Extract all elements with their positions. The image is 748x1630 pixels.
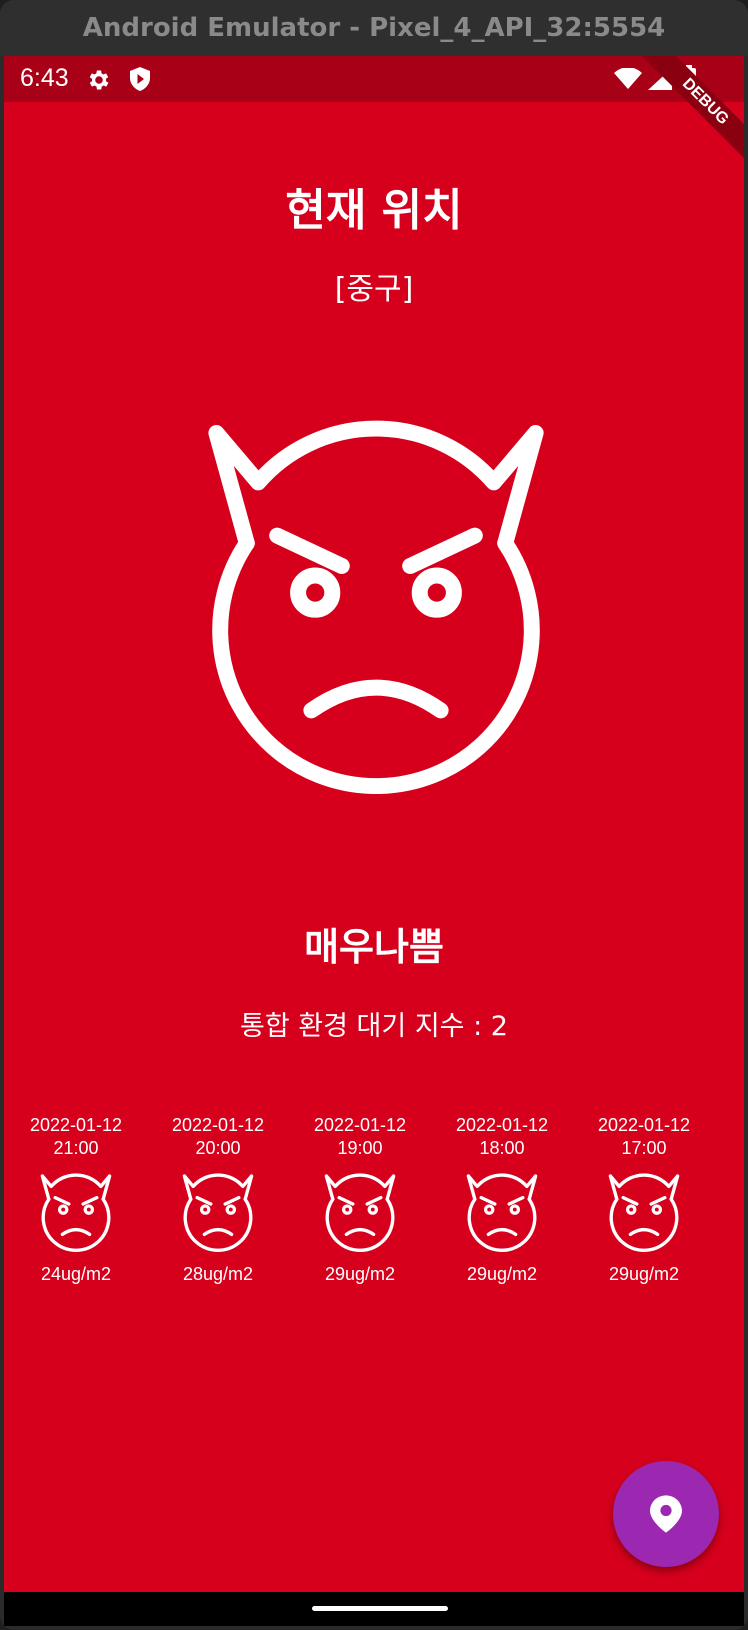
- hourly-time: 18:00: [479, 1138, 525, 1158]
- wifi-icon: [614, 68, 642, 89]
- home-gesture-handle[interactable]: [312, 1606, 448, 1611]
- air-quality-status: 매우나쁨: [304, 925, 444, 969]
- hourly-item: 2022-01-12 19:00 29ug/m2: [292, 1114, 428, 1285]
- hourly-value: 29ug/m2: [466, 1264, 538, 1284]
- hourly-date: 2022-01-12: [455, 1115, 549, 1135]
- hourly-time: 19:00: [337, 1138, 383, 1158]
- angry-devil-face-icon: [320, 1172, 400, 1252]
- gear-icon: [89, 70, 109, 90]
- hourly-value: 28ug/m2: [182, 1264, 254, 1284]
- angry-devil-face-icon: [604, 1172, 684, 1252]
- hourly-item: 2022-01-12 21:00 24ug/m2: [8, 1114, 144, 1285]
- status-bar: 6:43 DEBUG: [4, 56, 744, 171]
- status-time: 6:43: [20, 64, 69, 92]
- hourly-time: 17:00: [621, 1138, 667, 1158]
- hourly-value: 29ug/m2: [324, 1264, 396, 1284]
- hourly-time: 21:00: [53, 1138, 99, 1158]
- region-label: [중구]: [334, 272, 414, 307]
- angry-devil-face-icon: [462, 1172, 542, 1252]
- hourly-value: 29ug/m2: [608, 1264, 680, 1284]
- hourly-item: 2022-01-12 20:00 28ug/m2: [150, 1114, 286, 1285]
- emulator-window: Android Emulator - Pixel_4_API_32:5554 6…: [0, 0, 748, 1630]
- angry-devil-face-icon: [186, 414, 566, 794]
- hourly-value: 24ug/m2: [40, 1264, 112, 1284]
- angry-devil-face-icon: [178, 1172, 258, 1252]
- hourly-date: 2: [718, 1114, 744, 1137]
- hourly-item: 2022-01-12 18:00 29ug/m2: [434, 1114, 570, 1285]
- hourly-date: 2022-01-12: [171, 1115, 265, 1135]
- air-quality-index: 통합 환경 대기 지수 : 2: [240, 1011, 508, 1042]
- hourly-time: 20:00: [195, 1138, 241, 1158]
- hourly-date: 2022-01-12: [29, 1115, 123, 1135]
- hourly-forecast-list[interactable]: 2022-01-12 21:00 24ug/m2 2022-01-12 20:0…: [4, 1114, 744, 1314]
- location-pin-icon: [650, 1495, 682, 1533]
- angry-devil-face-icon: [36, 1172, 116, 1252]
- hourly-date: 2022-01-12: [313, 1115, 407, 1135]
- shield-play-icon: [130, 67, 150, 91]
- hourly-item: 2: [718, 1114, 744, 1241]
- hourly-item: 2022-01-12 17:00 29ug/m2: [576, 1114, 712, 1285]
- navigation-bar: [4, 1592, 744, 1626]
- app-screen: 6:43 DEBUG 현재 위치 [중구] 매우나쁨 통합 환경 대기 지수:…: [4, 56, 744, 1626]
- page-title: 현재 위치: [285, 185, 463, 236]
- location-fab-button[interactable]: [613, 1461, 719, 1567]
- window-title: Android Emulator - Pixel_4_API_32:5554: [0, 0, 748, 56]
- hourly-date: 2022-01-12: [597, 1115, 691, 1135]
